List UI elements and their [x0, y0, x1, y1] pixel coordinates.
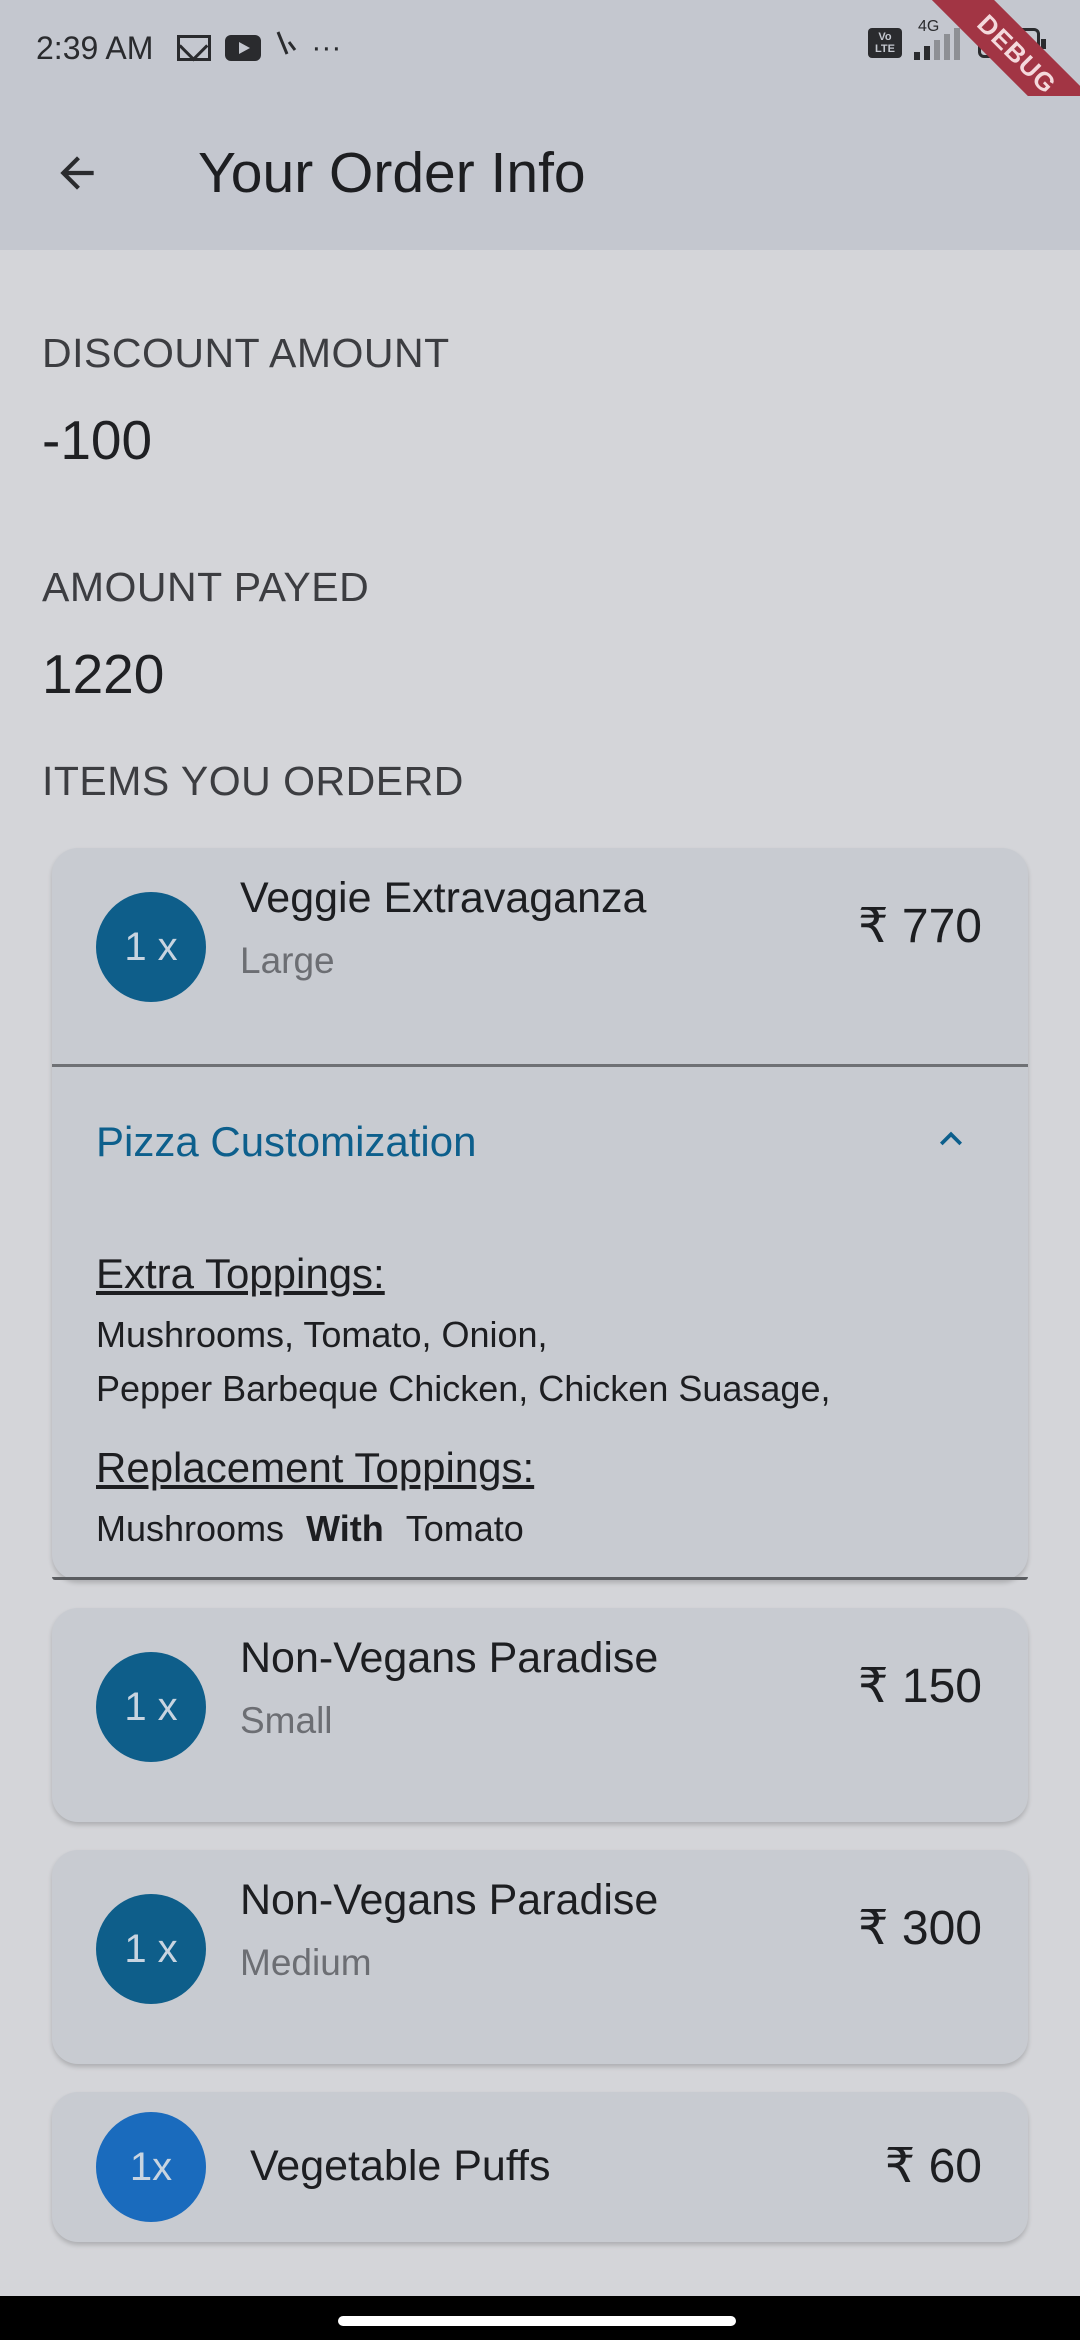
order-item-card: 1x Vegetable Puffs ₹ 60 — [52, 2092, 1028, 2242]
item-name: Non-Vegans Paradise — [240, 1876, 659, 1924]
customization-header[interactable]: Pizza Customization — [52, 1068, 1028, 1208]
amount-payed-label: AMOUNT PAYED — [42, 564, 370, 610]
quantity-badge: 1x — [96, 2112, 206, 2222]
quantity-badge: 1 x — [96, 1652, 206, 1762]
app-notification-icon — [275, 30, 297, 66]
item-price: ₹ 150 — [858, 1660, 982, 1713]
customization-title: Pizza Customization — [96, 1118, 477, 1165]
item-size: Large — [240, 940, 335, 981]
replacement-to: Tomato — [405, 1508, 524, 1549]
extra-toppings-line: Mushrooms, Tomato, Onion, — [96, 1314, 548, 1355]
youtube-icon — [225, 35, 262, 61]
card-bottom-border — [52, 1577, 1028, 1580]
item-name: Non-Vegans Paradise — [240, 1634, 659, 1682]
replacement-toppings-line: Mushrooms With Tomato — [96, 1508, 524, 1550]
quantity-badge: 1 x — [96, 1894, 206, 2004]
replacement-with: With — [306, 1508, 384, 1549]
discount-label: DISCOUNT AMOUNT — [42, 330, 450, 376]
extra-toppings-heading: Extra Toppings: — [96, 1250, 385, 1297]
item-size: Medium — [240, 1942, 372, 1983]
app-bar: Your Order Info — [0, 96, 1080, 250]
item-name: Vegetable Puffs — [250, 2142, 551, 2190]
item-price: ₹ 60 — [884, 2140, 982, 2193]
order-item-card: 1 x Non-Vegans Paradise Small ₹ 150 — [52, 1608, 1028, 1822]
replacement-toppings-heading: Replacement Toppings: — [96, 1444, 535, 1491]
more-notifications-icon: ··· — [311, 31, 342, 64]
home-gesture-handle[interactable] — [338, 2316, 736, 2326]
amount-payed-value: 1220 — [42, 643, 165, 705]
item-price: ₹ 300 — [858, 1902, 982, 1955]
order-item-card: 1 x Veggie Extravaganza Large ₹ 770 Pizz… — [52, 848, 1028, 1580]
item-size: Small — [240, 1700, 333, 1741]
gmail-icon — [177, 35, 212, 61]
item-price: ₹ 770 — [858, 900, 982, 953]
back-button[interactable] — [32, 128, 122, 218]
signal-icon: 4G — [914, 18, 960, 60]
item-name: Veggie Extravaganza — [240, 874, 647, 922]
status-time: 2:39 AM — [36, 29, 154, 66]
arrow-back-icon — [60, 156, 94, 190]
order-item-card: 1 x Non-Vegans Paradise Medium ₹ 300 — [52, 1850, 1028, 2064]
items-ordered-label: ITEMS YOU ORDERD — [42, 758, 464, 804]
status-bar: 2:39 AM ··· Vo LTE 4G 4G — [0, 0, 1080, 96]
volte-icon: Vo LTE — [868, 28, 902, 58]
chevron-up-icon — [926, 1114, 976, 1164]
extra-toppings-line: Pepper Barbeque Chicken, Chicken Suasage… — [96, 1368, 831, 1409]
discount-value: -100 — [42, 409, 153, 471]
divider — [52, 1064, 1028, 1067]
replacement-from: Mushrooms — [96, 1508, 285, 1549]
quantity-badge: 1 x — [96, 892, 206, 1002]
page-title: Your Order Info — [198, 141, 586, 205]
